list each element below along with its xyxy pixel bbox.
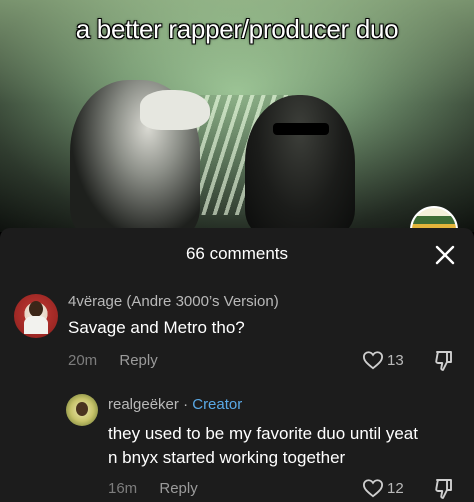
reply-button[interactable]: Reply xyxy=(159,480,197,497)
comment-username-line: realgeëker · Creator xyxy=(108,396,242,413)
comments-header: 66 comments xyxy=(0,228,474,280)
like-count: 12 xyxy=(387,479,404,497)
comment-text: they used to be my favorite duo until ye… xyxy=(108,424,418,467)
comment-username[interactable]: 4vërage (Andre 3000’s Version) xyxy=(68,293,279,310)
left-person-hand xyxy=(140,90,210,130)
comment-time: 20m xyxy=(68,352,98,369)
heart-icon xyxy=(362,479,384,498)
reply-comment: realgeëker · Creator they used to be my … xyxy=(0,392,474,502)
comment-username[interactable]: realgeëker xyxy=(108,396,179,413)
like-count: 13 xyxy=(387,351,404,369)
comment-count: 66 comments xyxy=(185,244,289,263)
video-caption: a better rapper/producer duo xyxy=(75,14,399,44)
comment-meta: 16m Reply xyxy=(108,480,198,497)
comments-sheet: 66 comments 4vërage (Andre 3000’s Versio… xyxy=(0,228,474,502)
left-person xyxy=(70,80,210,232)
comment: 4vërage (Andre 3000’s Version) Savage an… xyxy=(0,290,474,376)
creator-badge: Creator xyxy=(192,396,243,413)
like-button[interactable]: 13 xyxy=(362,350,404,370)
reply-button[interactable]: Reply xyxy=(119,352,157,369)
avatar[interactable] xyxy=(14,294,58,338)
close-icon[interactable] xyxy=(434,244,456,266)
thumbs-down-icon[interactable] xyxy=(434,350,454,372)
video-frame[interactable]: a better rapper/producer duo xyxy=(0,0,474,232)
comment-text: Savage and Metro tho? xyxy=(68,318,245,337)
like-button[interactable]: 12 xyxy=(362,478,404,498)
comment-time: 16m xyxy=(108,480,138,497)
heart-icon xyxy=(362,351,384,370)
sunglasses xyxy=(273,123,329,135)
thumbs-down-icon[interactable] xyxy=(434,478,454,500)
comment-meta: 20m Reply xyxy=(68,352,158,369)
separator-dot: · xyxy=(183,396,189,413)
right-person xyxy=(245,95,355,232)
avatar[interactable] xyxy=(66,394,98,426)
